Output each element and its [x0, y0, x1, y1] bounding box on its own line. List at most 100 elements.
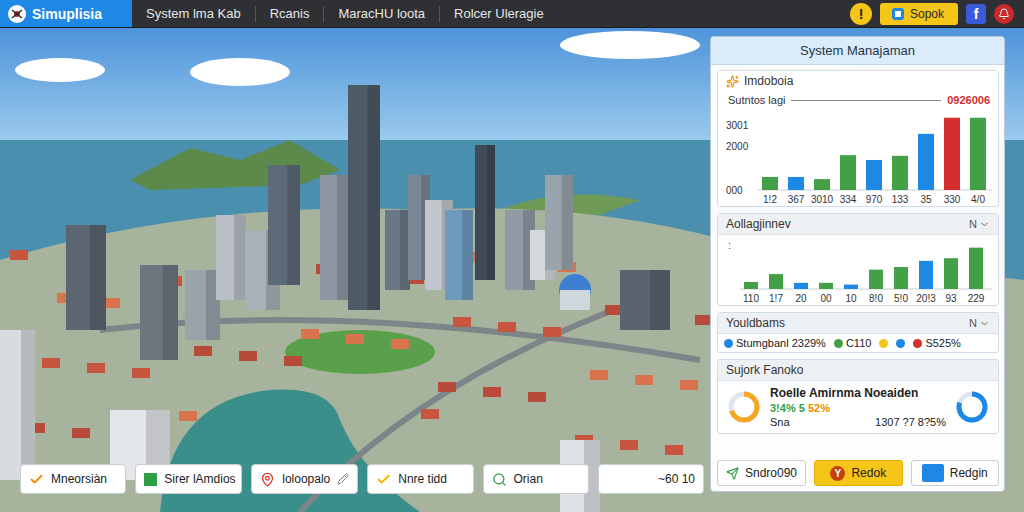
bar[interactable] [744, 282, 758, 289]
bar-group: 00 [819, 283, 833, 304]
panel-button[interactable]: Redgin [911, 460, 999, 486]
bar-label: 20 [795, 293, 807, 304]
bar-group: 5!0 [894, 267, 908, 304]
card-header: Imdoboia [718, 71, 998, 92]
bar[interactable] [769, 274, 783, 289]
bar-group: 20!3 [916, 261, 936, 304]
bar[interactable] [970, 118, 986, 190]
bar-label: 00 [820, 293, 832, 304]
bar-label: 5!0 [894, 293, 908, 304]
menu-item[interactable]: System lma Kab [132, 6, 255, 22]
bar[interactable] [918, 134, 934, 190]
bar[interactable] [919, 261, 933, 289]
bottom-toolbar: Mneorsiàn Sirer lAmdios loloopalo Nnre tidd… [0, 464, 710, 494]
search-icon [492, 472, 507, 487]
panel-title: System Manajaman [711, 37, 1004, 65]
menu-item[interactable]: Rcanis [255, 6, 324, 22]
panel-button[interactable]: Sndro090 [717, 460, 806, 486]
toggle[interactable]: N [969, 218, 990, 230]
bar[interactable] [794, 283, 808, 289]
send-icon [726, 467, 739, 480]
menu-item[interactable]: Rolcer Uleragie [439, 6, 558, 22]
bell-icon [998, 8, 1010, 20]
bar[interactable] [944, 118, 960, 190]
bar[interactable] [944, 258, 958, 289]
bar-group: 4/0 [970, 118, 986, 205]
menu-item[interactable]: MaracHU loota [323, 6, 439, 22]
square-icon [922, 464, 944, 482]
bar[interactable] [969, 248, 983, 289]
bar[interactable] [819, 283, 833, 289]
panel-body: ImdoboiaSutntos lagi0926006300120000001!… [711, 65, 1004, 491]
legend-dot [879, 339, 888, 348]
toolbar-item[interactable]: ~60 10 [598, 464, 704, 494]
bar[interactable] [844, 285, 858, 289]
bar-group: 110 [743, 282, 759, 304]
bar-label: 4/0 [971, 194, 985, 205]
game-view: Mneorsiàn Sirer lAmdios loloopalo Nnre tidd… [0, 36, 710, 492]
toolbar-item[interactable]: Sirer lAmdios [135, 464, 242, 494]
bar[interactable] [866, 160, 882, 190]
summary-card: Sujork FanokoRoelle Amirnma Noeaiden3!4%… [717, 359, 999, 434]
bar-label: 110 [743, 293, 759, 304]
logo[interactable]: Simuplisia [0, 0, 132, 27]
bar-label: 367 [788, 194, 805, 205]
bar-label: 229 [968, 293, 985, 304]
bar[interactable] [788, 177, 804, 190]
social-button[interactable]: f [966, 4, 986, 24]
bar[interactable] [840, 155, 856, 190]
axis-tick: 2000 [726, 141, 749, 152]
card-header: AollagjinnevN [718, 214, 998, 235]
bar-group: 3010 [811, 179, 834, 205]
legend-card: YouldbamsNStumgbanl 2329%C110S525% [717, 312, 999, 353]
legend-item [879, 339, 888, 348]
gauge-icon [954, 389, 990, 425]
toolbar-item[interactable]: Nnre tidd [367, 464, 473, 494]
axis-tick: 000 [726, 185, 743, 196]
toolbar-item[interactable]: Orian [483, 464, 589, 494]
action-button[interactable]: Sopok [880, 3, 958, 25]
square-icon [144, 473, 157, 486]
check-icon [376, 472, 391, 487]
card-header: YouldbamsN [718, 313, 998, 334]
overview-card: ImdoboiaSutntos lagi0926006300120000001!… [717, 70, 999, 207]
bar-label: 970 [866, 194, 883, 205]
bar-label: 334 [840, 194, 857, 205]
gauge-icon [726, 389, 762, 425]
alert-button[interactable]: ! [850, 3, 872, 25]
game-screen: SimuplisiaSystem lma KabRcanisMaracHU lo… [0, 0, 1024, 512]
bar-label: 133 [892, 194, 909, 205]
axis-mark: : [728, 239, 731, 251]
legend-item: S525% [913, 337, 960, 349]
toolbar-item[interactable]: loloopalo [251, 464, 358, 494]
bar[interactable] [894, 267, 908, 289]
toolbar-item[interactable]: Mneorsiàn [20, 464, 126, 494]
top-bar: SimuplisiaSystem lma KabRcanisMaracHU lo… [0, 0, 1024, 28]
bar-label: 35 [920, 194, 932, 205]
chevron-icon [979, 219, 990, 230]
bar[interactable] [814, 179, 830, 190]
panel-button[interactable]: YRedok [814, 460, 902, 486]
y-icon: Y [830, 466, 845, 481]
bar-label: 8!0 [869, 293, 883, 304]
toggle[interactable]: N [969, 317, 990, 329]
bar-group: 334 [840, 155, 857, 205]
notification-button[interactable] [994, 4, 1014, 24]
bar-label: 3010 [811, 194, 834, 205]
activity-chart: :1101!72000108!05!020!393229 [722, 235, 996, 305]
panel-buttons: Sndro090 YRedok Redgin [717, 460, 999, 486]
bar[interactable] [892, 156, 908, 190]
bar-group: 330 [944, 118, 961, 205]
bar[interactable] [762, 177, 778, 190]
legend-dot [724, 339, 733, 348]
bar-group: 93 [944, 258, 958, 304]
bar-label: 20!3 [916, 293, 936, 304]
bar-group: 20 [794, 283, 808, 304]
pin-icon [260, 472, 275, 487]
management-panel: System ManajamanImdoboiaSutntos lagi0926… [710, 36, 1005, 492]
spark-icon [726, 75, 739, 88]
bar[interactable] [869, 270, 883, 289]
check-icon [29, 472, 44, 487]
bar-group: 8!0 [869, 270, 883, 304]
bar-group: 35 [918, 134, 934, 205]
